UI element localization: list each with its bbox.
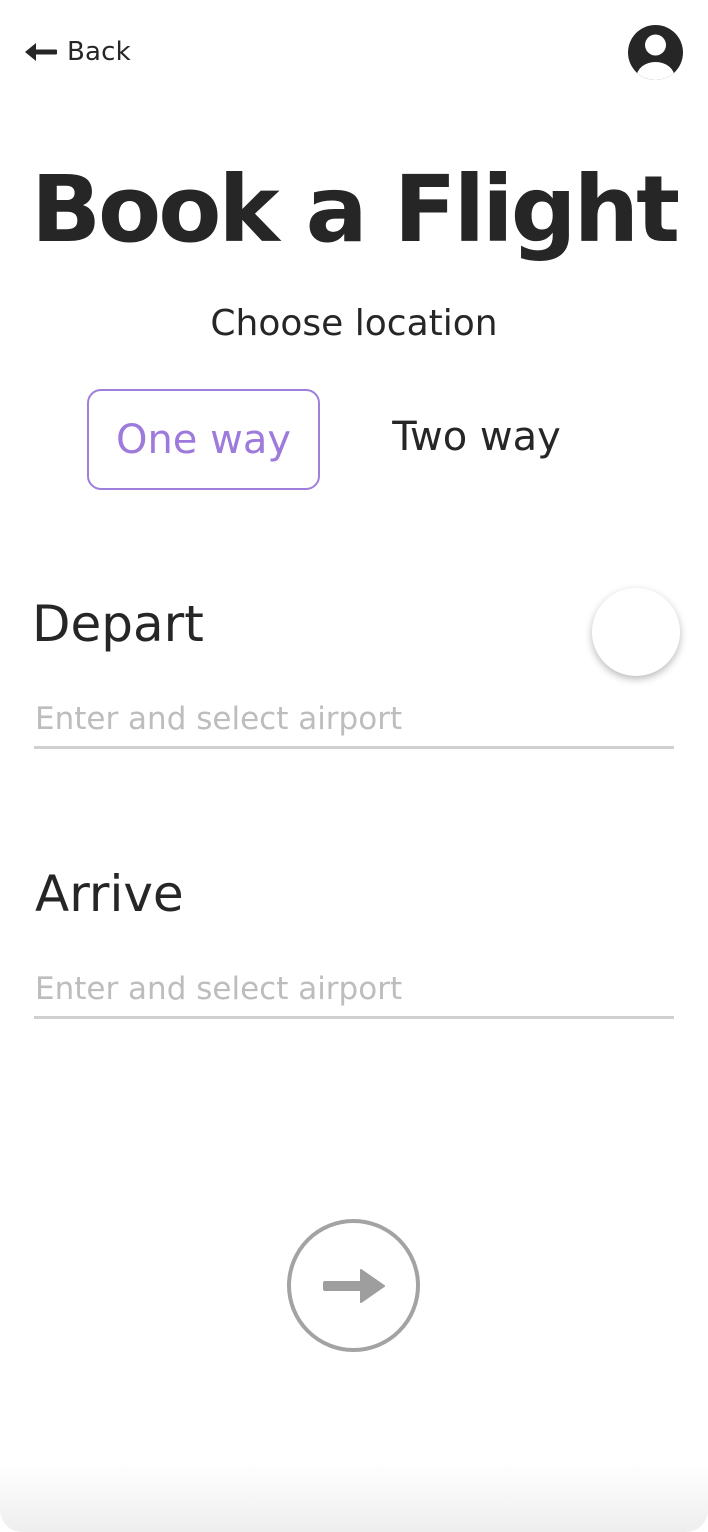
swap-locations-button[interactable] <box>592 588 680 676</box>
user-circle-icon <box>628 25 683 80</box>
arrow-right-icon <box>322 1268 385 1303</box>
depart-label: Depart <box>32 595 204 653</box>
arrow-left-icon <box>25 43 57 61</box>
profile-button[interactable] <box>628 25 683 80</box>
bottom-fade-bar <box>0 1462 708 1532</box>
arrive-label: Arrive <box>35 865 184 923</box>
depart-airport-input[interactable] <box>34 697 674 749</box>
page-title: Book a Flight <box>30 156 680 263</box>
back-label: Back <box>67 37 131 67</box>
arrive-airport-input[interactable] <box>34 967 674 1019</box>
tab-two-way[interactable]: Two way <box>360 389 593 484</box>
page-subtitle: Choose location <box>210 303 498 344</box>
back-button[interactable]: Back <box>25 34 131 70</box>
next-button[interactable] <box>287 1219 420 1352</box>
tab-one-way[interactable]: One way <box>87 389 320 490</box>
